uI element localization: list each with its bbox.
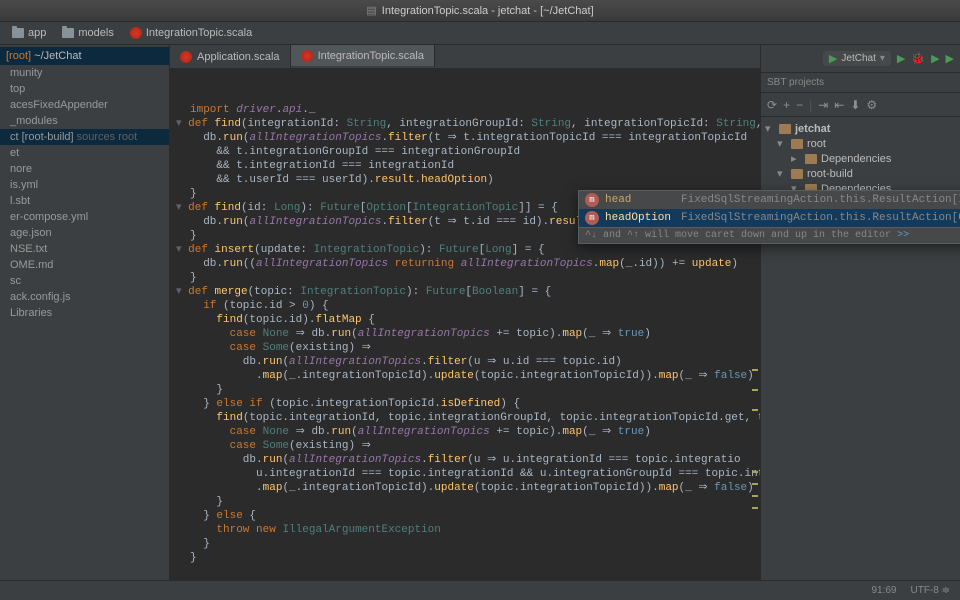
- code-editor[interactable]: import driver.api._▾ def find(integratio…: [170, 69, 760, 580]
- tab-application[interactable]: Application.scala: [170, 45, 291, 68]
- folder-icon: [62, 28, 74, 38]
- method-icon: m: [585, 211, 599, 225]
- download-icon[interactable]: ⬇: [850, 98, 860, 112]
- project-item[interactable]: nore: [0, 161, 169, 177]
- run-coverage-button[interactable]: ▶: [931, 52, 939, 65]
- error-stripe[interactable]: [750, 69, 760, 580]
- project-item[interactable]: ct [root-build] sources root: [0, 129, 169, 145]
- run-button[interactable]: ▶: [897, 52, 905, 65]
- right-panel: ▶ JetChat ▾ ▶ 🐞 ▶ ▶ SBT projects ⟳ + − |…: [760, 45, 960, 580]
- add-icon[interactable]: +: [783, 98, 790, 112]
- hint-link[interactable]: >>: [897, 230, 909, 241]
- file-icon: ▤: [366, 4, 376, 17]
- statusbar: 91:69 UTF-8 ≑: [0, 580, 960, 600]
- sbt-panel-header: SBT projects: [761, 73, 960, 93]
- project-item[interactable]: sc: [0, 273, 169, 289]
- tab-label: Application.scala: [197, 51, 280, 63]
- project-root[interactable]: [root] ~/JetChat: [0, 47, 169, 65]
- completion-name: headOption: [605, 212, 675, 224]
- project-item[interactable]: top: [0, 81, 169, 97]
- remove-icon[interactable]: −: [796, 98, 803, 112]
- completion-hint: ^↓ and ^↑ will move caret down and up in…: [579, 227, 960, 243]
- project-item[interactable]: munity: [0, 65, 169, 81]
- scala-icon: [130, 27, 142, 39]
- chevron-down-icon: ▾: [880, 53, 885, 64]
- debug-button[interactable]: 🐞: [911, 52, 925, 65]
- editor-tabs: Application.scala IntegrationTopic.scala: [170, 45, 760, 69]
- project-item[interactable]: age.json: [0, 225, 169, 241]
- encoding[interactable]: UTF-8 ≑: [910, 585, 950, 596]
- tab-integrationtopic[interactable]: IntegrationTopic.scala: [291, 45, 435, 68]
- run-toolbar: ▶ JetChat ▾ ▶ 🐞 ▶ ▶: [761, 45, 960, 73]
- completion-item-selected[interactable]: m headOption FixedSqlStreamingAction.thi…: [579, 209, 960, 227]
- run-profile-button[interactable]: ▶: [946, 52, 954, 65]
- tree-row[interactable]: ▾root: [763, 136, 958, 151]
- scala-icon: [301, 50, 313, 62]
- tab-label: IntegrationTopic.scala: [318, 50, 424, 62]
- tree-row[interactable]: ▾root-build: [763, 166, 958, 181]
- project-item[interactable]: er-compose.yml: [0, 209, 169, 225]
- project-item[interactable]: l.sbt: [0, 193, 169, 209]
- project-item[interactable]: acesFixedAppender: [0, 97, 169, 113]
- method-icon: m: [585, 193, 599, 207]
- scala-icon: [180, 51, 192, 63]
- project-item[interactable]: is.yml: [0, 177, 169, 193]
- tree-row[interactable]: ▸Dependencies: [763, 151, 958, 166]
- refresh-icon[interactable]: ⟳: [767, 98, 777, 112]
- breadcrumb-label: models: [78, 27, 113, 39]
- project-item[interactable]: ack.config.js: [0, 289, 169, 305]
- breadcrumb-bar: app models IntegrationTopic.scala: [0, 22, 960, 45]
- tree-label: jetchat: [795, 123, 830, 135]
- caret-position: 91:69: [871, 585, 896, 596]
- root-path: ~/JetChat: [34, 50, 81, 62]
- breadcrumb-label: IntegrationTopic.scala: [146, 27, 252, 39]
- project-item[interactable]: OME.md: [0, 257, 169, 273]
- window-titlebar: ▤ IntegrationTopic.scala - jetchat - [~/…: [0, 0, 960, 22]
- collapse-icon[interactable]: ⇤: [834, 98, 844, 112]
- root-label: [root]: [6, 50, 31, 62]
- project-item[interactable]: Libraries: [0, 305, 169, 321]
- chevron-down-icon: ▾: [765, 122, 775, 135]
- completion-item[interactable]: m head FixedSqlStreamingAction.this.Resu…: [579, 191, 960, 209]
- completion-popup[interactable]: m head FixedSqlStreamingAction.this.Resu…: [578, 190, 960, 244]
- completion-type: FixedSqlStreamingAction.this.ResultActio…: [681, 194, 960, 206]
- hint-text: ^↓ and ^↑ will move caret down and up in…: [585, 230, 891, 241]
- breadcrumb-models[interactable]: models: [54, 24, 121, 42]
- folder-icon: [12, 28, 24, 38]
- run-config-label: JetChat: [841, 53, 875, 64]
- folder-icon: [779, 124, 791, 134]
- tree-root[interactable]: ▾ jetchat: [763, 121, 958, 136]
- project-item[interactable]: et: [0, 145, 169, 161]
- settings-icon[interactable]: ⚙: [866, 98, 877, 112]
- project-item[interactable]: _modules: [0, 113, 169, 129]
- completion-name: head: [605, 194, 675, 206]
- breadcrumb-app[interactable]: app: [4, 24, 54, 42]
- completion-type: FixedSqlStreamingAction.this.ResultActio…: [681, 212, 960, 224]
- play-icon: ▶: [829, 52, 837, 65]
- expand-icon[interactable]: ⇥: [818, 98, 828, 112]
- breadcrumb-file[interactable]: IntegrationTopic.scala: [122, 24, 260, 42]
- window-title: IntegrationTopic.scala - jetchat - [~/Je…: [382, 5, 594, 17]
- editor-area: Application.scala IntegrationTopic.scala…: [170, 45, 760, 580]
- breadcrumb-label: app: [28, 27, 46, 39]
- project-item[interactable]: NSE.txt: [0, 241, 169, 257]
- run-config-selector[interactable]: ▶ JetChat ▾: [823, 51, 891, 66]
- project-panel[interactable]: [root] ~/JetChat munitytopacesFixedAppen…: [0, 45, 170, 580]
- sbt-toolbar: ⟳ + − | ⇥ ⇤ ⬇ ⚙: [761, 93, 960, 117]
